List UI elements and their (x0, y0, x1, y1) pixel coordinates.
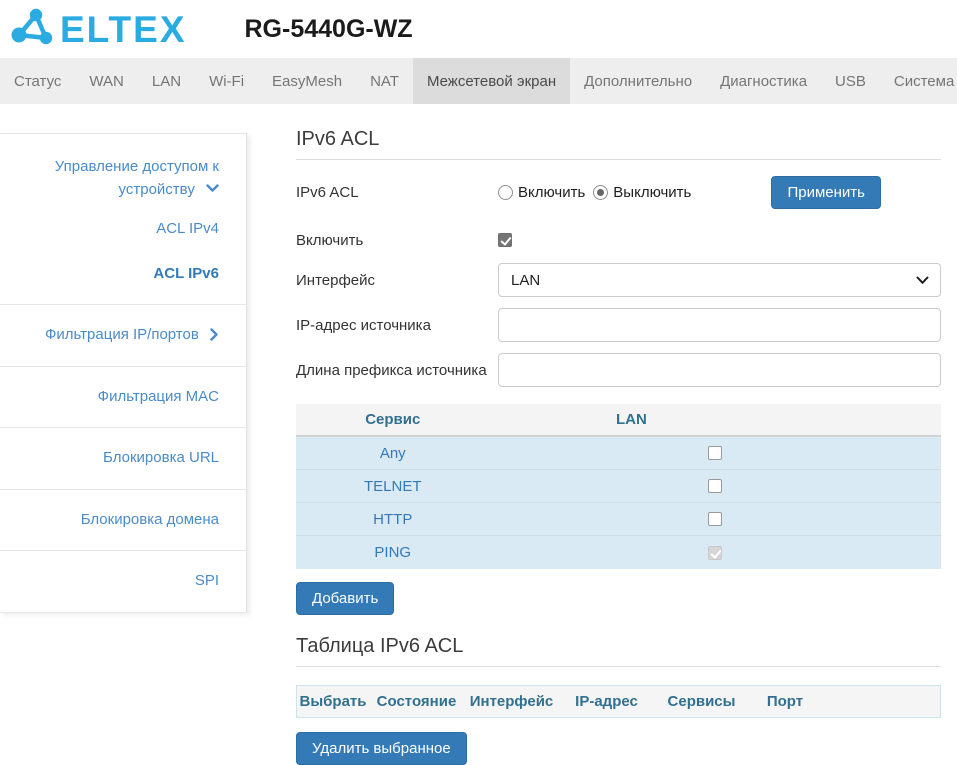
acl-header-interface: Интерфейс (464, 693, 559, 710)
sidebar-group-access: Управление доступом к устройству ACL IPv… (0, 134, 246, 305)
delete-selected-button[interactable]: Удалить выбранное (296, 732, 467, 765)
sidebar-item-url-block[interactable]: Блокировка URL (0, 436, 246, 481)
table-row-any: Any (296, 437, 941, 470)
form-row-prefix-length: Длина префикса источника (296, 353, 941, 387)
acl-header-select: Выбрать (297, 693, 369, 710)
sidebar-item-label: Управление доступом к устройству (55, 158, 219, 198)
sidebar-group-domain-block: Блокировка домена (0, 490, 246, 552)
acl-toggle-label: IPv6 ACL (296, 184, 498, 201)
tab-easymesh[interactable]: EasyMesh (258, 58, 356, 104)
services-table: Сервис LAN Any TELNET HTTP PING (296, 404, 941, 569)
service-name: HTTP (296, 511, 490, 528)
service-any-checkbox[interactable] (708, 446, 722, 460)
form-row-interface: Интерфейс LAN (296, 263, 941, 297)
acl-header-ip: IP-адрес (559, 693, 654, 710)
chevron-right-icon (210, 328, 219, 341)
table-row-http: HTTP (296, 503, 941, 536)
form-row-source-ip: IP-адрес источника (296, 308, 941, 342)
sidebar-item-label: Блокировка URL (103, 449, 219, 466)
acl-header-services: Сервисы (654, 693, 749, 710)
logo-text: ELTEX (60, 11, 187, 48)
sidebar-item-acl-ipv6[interactable]: ACL IPv6 (0, 252, 246, 297)
sidebar-item-label: ACL IPv4 (156, 220, 219, 237)
ipv6-acl-form: IPv6 ACL Включить Выключить Применить Вк… (296, 176, 941, 387)
tab-status[interactable]: Статус (0, 58, 75, 104)
sidebar-item-device-access[interactable]: Управление доступом к устройству (0, 142, 246, 207)
tab-advanced[interactable]: Дополнительно (570, 58, 706, 104)
tab-nat[interactable]: NAT (356, 58, 413, 104)
prefix-length-label: Длина префикса источника (296, 362, 498, 379)
service-name: PING (296, 544, 490, 561)
prefix-length-input[interactable] (498, 353, 941, 387)
header: ELTEX RG-5440G-WZ (0, 0, 957, 58)
sidebar-item-label: SPI (195, 572, 219, 589)
source-ip-input[interactable] (498, 308, 941, 342)
sidebar: Управление доступом к устройству ACL IPv… (0, 133, 247, 613)
sidebar-group-url-block: Блокировка URL (0, 428, 246, 490)
services-table-header: Сервис LAN (296, 404, 941, 437)
sidebar-item-label: ACL IPv6 (153, 265, 219, 282)
sidebar-group-spi: SPI (0, 551, 246, 612)
form-row-enable: Включить (296, 228, 941, 252)
tab-system[interactable]: Система (880, 58, 957, 104)
service-name: Any (296, 445, 490, 462)
sidebar-item-label: Блокировка домена (81, 511, 219, 528)
page-title: IPv6 ACL (296, 128, 941, 160)
radio-disable[interactable] (593, 185, 608, 200)
enable-checkbox[interactable] (498, 233, 512, 247)
source-ip-label: IP-адрес источника (296, 317, 498, 334)
tab-wifi[interactable]: Wi-Fi (195, 58, 258, 104)
service-name: TELNET (296, 478, 490, 495)
interface-select[interactable]: LAN (498, 263, 941, 297)
apply-button[interactable]: Применить (771, 176, 881, 209)
tab-firewall[interactable]: Межсетевой экран (413, 58, 570, 104)
sidebar-item-label: Фильтрация IP/портов (45, 326, 199, 343)
radio-disable-label[interactable]: Выключить (613, 184, 691, 201)
tab-lan[interactable]: LAN (138, 58, 195, 104)
enable-label: Включить (296, 232, 498, 249)
main-nav: Статус WAN LAN Wi-Fi EasyMesh NAT Межсет… (0, 58, 957, 104)
sidebar-item-domain-block[interactable]: Блокировка домена (0, 498, 246, 543)
sidebar-group-mac-filter: Фильтрация MAC (0, 367, 246, 429)
tab-wan[interactable]: WAN (75, 58, 137, 104)
service-telnet-checkbox[interactable] (708, 479, 722, 493)
services-header-lan: LAN (490, 411, 774, 428)
radio-enable-label[interactable]: Включить (518, 184, 585, 201)
sidebar-group-ip-port-filter: Фильтрация IP/портов (0, 305, 246, 367)
acl-header-state: Состояние (369, 693, 464, 710)
main-content: IPv6 ACL IPv6 ACL Включить Выключить При… (247, 104, 957, 765)
form-row-acl-toggle: IPv6 ACL Включить Выключить Применить (296, 176, 941, 209)
acl-table-header: Выбрать Состояние Интерфейс IP-адрес Сер… (296, 685, 941, 718)
services-header-service: Сервис (296, 411, 490, 428)
acl-table-title: Таблица IPv6 ACL (296, 635, 941, 667)
eltex-logo: ELTEX (10, 6, 187, 52)
sidebar-item-acl-ipv4[interactable]: ACL IPv4 (0, 207, 246, 252)
table-row-ping: PING (296, 536, 941, 569)
interface-select-wrap: LAN (498, 263, 941, 297)
service-ping-checkbox (708, 546, 722, 560)
sidebar-item-label: Фильтрация MAC (98, 388, 219, 405)
radio-enable[interactable] (498, 185, 513, 200)
device-model-title: RG-5440G-WZ (245, 15, 413, 44)
eltex-molecule-icon (10, 6, 56, 52)
tab-usb[interactable]: USB (821, 58, 880, 104)
tab-diagnostics[interactable]: Диагностика (706, 58, 821, 104)
add-button[interactable]: Добавить (296, 582, 394, 615)
chevron-down-icon (206, 184, 219, 193)
service-http-checkbox[interactable] (708, 512, 722, 526)
table-row-telnet: TELNET (296, 470, 941, 503)
acl-header-port: Порт (749, 693, 821, 710)
interface-label: Интерфейс (296, 272, 498, 289)
sidebar-item-spi[interactable]: SPI (0, 559, 246, 604)
sidebar-item-mac-filter[interactable]: Фильтрация MAC (0, 375, 246, 420)
sidebar-item-ip-port-filter[interactable]: Фильтрация IP/портов (0, 313, 246, 358)
